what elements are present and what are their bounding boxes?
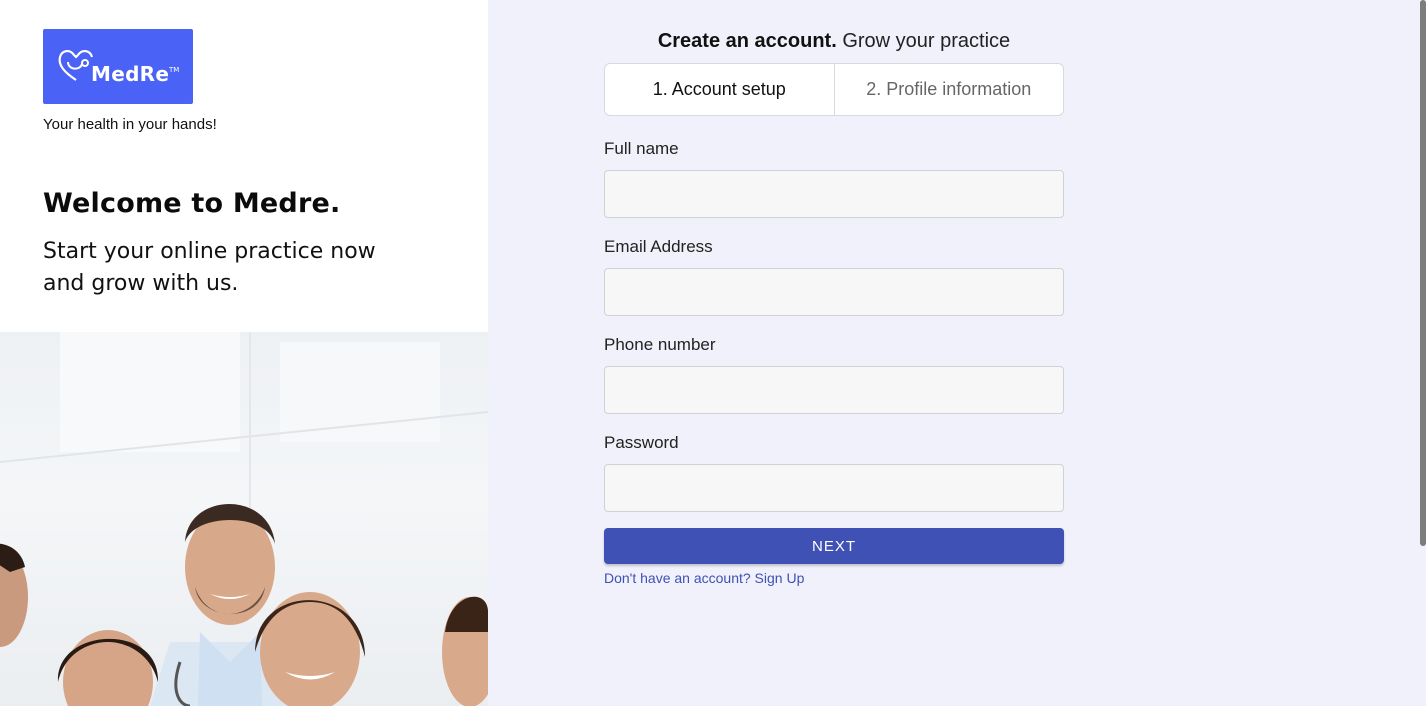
stethoscope-heart-icon (58, 50, 94, 81)
sign-up-link[interactable]: Don't have an account? Sign Up (604, 570, 804, 586)
tab-profile-information[interactable]: 2. Profile information (833, 64, 1064, 115)
phone-input[interactable] (604, 366, 1064, 414)
next-button[interactable]: NEXT (604, 528, 1064, 564)
phone-label: Phone number (604, 335, 716, 354)
form-title: Create an account. Grow your practice (604, 30, 1064, 53)
email-label: Email Address (604, 237, 713, 256)
logo-text: MedRe (91, 62, 170, 86)
full-name-label: Full name (604, 139, 679, 158)
form-title-bold: Create an account. (657, 30, 837, 52)
form-title-rest: Grow your practice (836, 30, 1011, 52)
page-scrollbar[interactable] (1420, 0, 1426, 546)
doctors-photo (0, 332, 488, 706)
left-panel: MedRe TM Your health in your hands! Welc… (0, 0, 488, 706)
tagline: Your health in your hands! (43, 116, 217, 133)
medre-logo: MedRe TM (43, 29, 193, 104)
password-input[interactable] (604, 464, 1064, 512)
tab-account-setup[interactable]: 1. Account setup (605, 64, 834, 115)
email-input[interactable] (604, 268, 1064, 316)
full-name-input[interactable] (604, 170, 1064, 218)
password-label: Password (604, 433, 679, 452)
logo-trademark: TM (169, 66, 180, 74)
welcome-subtitle: Start your online practice now and grow … (43, 239, 376, 296)
step-tabs: 1. Account setup 2. Profile information (604, 63, 1064, 116)
welcome-heading: Welcome to Medre. (43, 188, 341, 219)
